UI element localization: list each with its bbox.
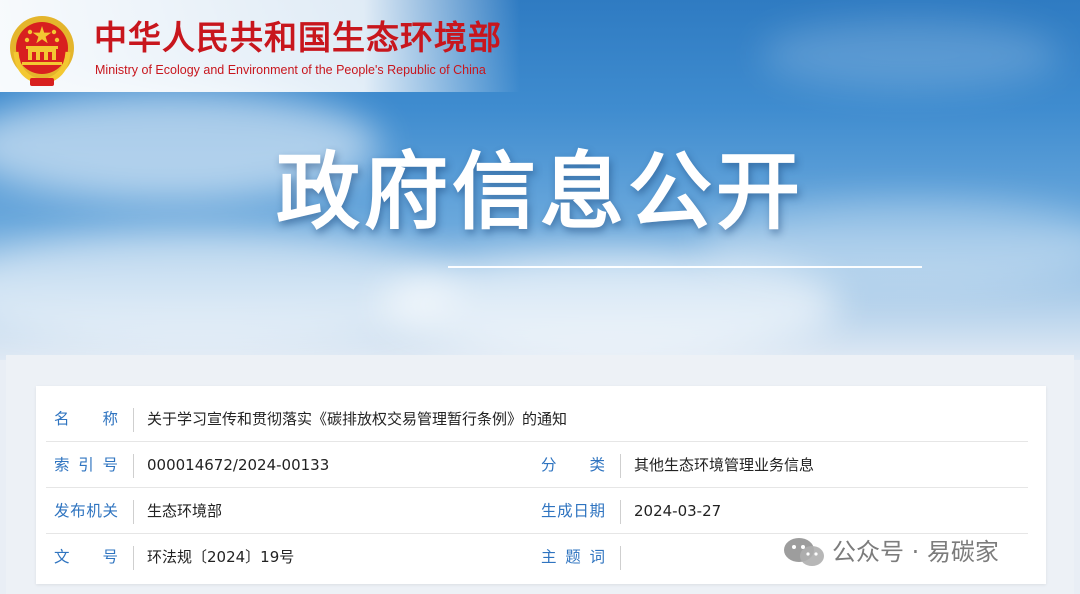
site-header: 中华人民共和国生态环境部 Ministry of Ecology and Env… [0,0,520,92]
table-row: 名 称 关于学习宣传和贯彻落实《碳排放权交易管理暂行条例》的通知 [36,396,1046,442]
divider [620,500,621,524]
page-heading: 政府信息公开 [275,143,804,241]
doc-number-value: 环法规〔2024〕19号 [147,548,295,566]
banner: 中华人民共和国生态环境部 Ministry of Ecology and Env… [0,0,1080,360]
category-value: 其他生态环境管理业务信息 [634,456,815,474]
issuer-label: 发布机关 [54,502,118,520]
divider [133,546,134,570]
date-label: 生成日期 [541,502,605,520]
divider [620,454,621,478]
name-value: 关于学习宣传和贯彻落实《碳排放权交易管理暂行条例》的通知 [147,410,568,428]
table-row: 索 引 号 000014672/2024-00133 分 类 其他生态环境管理业… [36,442,1046,488]
wechat-icon [784,538,824,566]
index-value: 000014672/2024-00133 [147,456,330,474]
divider [133,454,134,478]
divider [133,408,134,432]
category-label: 分 类 [541,456,605,474]
national-emblem-icon [10,16,74,86]
issuer-value: 生态环境部 [147,502,223,520]
heading-underline [448,266,922,268]
divider [620,546,621,570]
divider [133,500,134,524]
watermark-text: 公众号 · 易碳家 [832,538,999,566]
table-row: 发布机关 生态环境部 生成日期 2024-03-27 [36,488,1046,534]
keywords-label: 主 题 词 [541,548,605,566]
site-title: 中华人民共和国生态环境部 [94,18,502,57]
date-value: 2024-03-27 [634,502,722,520]
doc-number-label: 文 号 [54,548,118,566]
site-subtitle-english: Ministry of Ecology and Environment of t… [95,63,486,77]
name-label: 名 称 [54,410,118,428]
index-label: 索 引 号 [54,456,118,474]
